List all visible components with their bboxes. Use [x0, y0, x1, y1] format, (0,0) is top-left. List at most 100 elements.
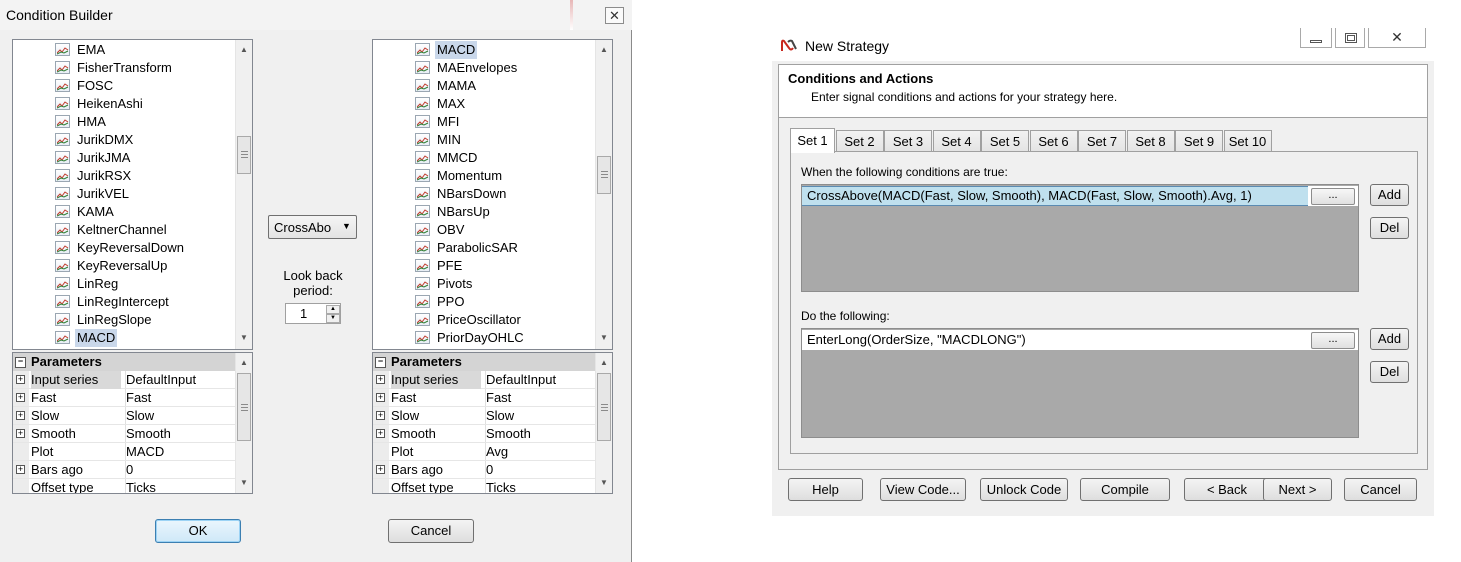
add-condition-button[interactable]: Add	[1370, 184, 1409, 206]
list-item[interactable]: NBarsUp	[415, 203, 585, 221]
scroll-up-icon[interactable]: ▲	[596, 355, 612, 371]
list-item[interactable]: KAMA	[55, 203, 225, 221]
scrollbar-thumb[interactable]	[597, 373, 611, 441]
list-item[interactable]: MACD	[415, 41, 585, 59]
close-button[interactable]: ✕	[1368, 28, 1426, 48]
expand-icon[interactable]: +	[16, 393, 25, 402]
tab-set-5[interactable]: Set 5	[981, 130, 1029, 152]
list-item[interactable]: MAMA	[415, 77, 585, 95]
expand-icon[interactable]: +	[16, 411, 25, 420]
close-button[interactable]: ✕	[605, 7, 624, 24]
list-item[interactable]: MAX	[415, 95, 585, 113]
parameter-value[interactable]: Smooth	[485, 425, 594, 442]
left-parameters-grid[interactable]: − Parameters + Input series DefaultInput + Fas…	[12, 352, 253, 494]
view-code-button[interactable]: View Code...	[880, 478, 966, 501]
parameter-value[interactable]: Fast	[485, 389, 594, 406]
list-item[interactable]: HMA	[55, 113, 225, 131]
tab-set-8[interactable]: Set 8	[1126, 130, 1175, 152]
cancel-button[interactable]: Cancel	[388, 519, 474, 543]
parameter-value[interactable]: Ticks	[125, 479, 234, 493]
parameter-row[interactable]: + Slow Slow	[13, 407, 235, 425]
parameter-value[interactable]: Fast	[125, 389, 234, 406]
add-action-button[interactable]: Add	[1370, 328, 1409, 350]
scroll-down-icon[interactable]: ▼	[236, 475, 252, 491]
parameter-value[interactable]: Slow	[485, 407, 594, 424]
list-item[interactable]: ParabolicSAR	[415, 239, 585, 257]
vertical-scrollbar[interactable]: ▲ ▼	[595, 353, 612, 493]
tab-set-2[interactable]: Set 2	[835, 130, 884, 152]
list-item[interactable]: MMCD	[415, 149, 585, 167]
minimize-button[interactable]	[1300, 28, 1332, 48]
unlock-code-button[interactable]: Unlock Code	[980, 478, 1068, 501]
scroll-down-icon[interactable]: ▼	[596, 330, 612, 346]
ellipsis-button[interactable]: ...	[1311, 332, 1355, 349]
spin-up-icon[interactable]: ▲	[326, 305, 340, 314]
compile-button[interactable]: Compile	[1080, 478, 1170, 501]
next-button[interactable]: Next >	[1263, 478, 1332, 501]
list-item[interactable]: MIN	[415, 131, 585, 149]
expand-icon[interactable]: +	[376, 375, 385, 384]
expand-icon[interactable]: +	[376, 411, 385, 420]
collapse-icon[interactable]: −	[375, 357, 386, 368]
list-item[interactable]: PriceOscillator	[415, 311, 585, 329]
expand-icon[interactable]: +	[376, 393, 385, 402]
parameter-value[interactable]: Avg	[485, 443, 594, 460]
parameter-value[interactable]: DefaultInput	[125, 371, 234, 388]
scroll-down-icon[interactable]: ▼	[596, 475, 612, 491]
spin-down-icon[interactable]: ▼	[326, 314, 340, 323]
list-item[interactable]: MFI	[415, 113, 585, 131]
tab-set-4[interactable]: Set 4	[932, 130, 981, 152]
left-indicator-list[interactable]: EMA FisherTransform FOSC HeikenAshi HMA Jurik…	[12, 39, 253, 350]
list-item[interactable]: KeyReversalUp	[55, 257, 225, 275]
tab-set-1[interactable]: Set 1	[790, 128, 835, 153]
action-row[interactable]: EnterLong(OrderSize, "MACDLONG")	[802, 330, 1308, 350]
list-item[interactable]: NBarsDown	[415, 185, 585, 203]
parameter-value[interactable]: Ticks	[485, 479, 594, 493]
back-button[interactable]: < Back	[1184, 478, 1270, 501]
conditions-grid[interactable]: CrossAbove(MACD(Fast, Slow, Smooth), MAC…	[801, 184, 1359, 292]
parameter-row[interactable]: + Smooth Smooth	[13, 425, 235, 443]
vertical-scrollbar[interactable]: ▲ ▼	[595, 40, 612, 349]
actions-grid[interactable]: EnterLong(OrderSize, "MACDLONG")...	[801, 328, 1359, 438]
parameter-row[interactable]: + Input series DefaultInput	[13, 371, 235, 389]
list-item[interactable]: JurikJMA	[55, 149, 225, 167]
parameter-value[interactable]: DefaultInput	[485, 371, 594, 388]
delete-condition-button[interactable]: Del	[1370, 217, 1409, 239]
scroll-up-icon[interactable]: ▲	[236, 355, 252, 371]
list-item[interactable]: JurikDMX	[55, 131, 225, 149]
parameter-row[interactable]: + Fast Fast	[373, 389, 595, 407]
list-item[interactable]: PFE	[415, 257, 585, 275]
parameter-value[interactable]: 0	[485, 461, 594, 478]
list-item[interactable]: MACD	[55, 329, 225, 347]
delete-action-button[interactable]: Del	[1370, 361, 1409, 383]
cancel-button[interactable]: Cancel	[1344, 478, 1417, 501]
list-item[interactable]: LinReg	[55, 275, 225, 293]
list-item[interactable]: OBV	[415, 221, 585, 239]
scroll-down-icon[interactable]: ▼	[236, 330, 252, 346]
list-item[interactable]: EMA	[55, 41, 225, 59]
list-item[interactable]: Momentum	[415, 167, 585, 185]
parameter-row[interactable]: + Smooth Smooth	[373, 425, 595, 443]
ok-button[interactable]: OK	[155, 519, 241, 543]
list-item[interactable]: Pivots	[415, 275, 585, 293]
parameter-row[interactable]: Plot Avg	[373, 443, 595, 461]
tab-set-7[interactable]: Set 7	[1078, 130, 1126, 152]
parameter-value[interactable]: MACD	[125, 443, 234, 460]
parameter-value[interactable]: Smooth	[125, 425, 234, 442]
list-item[interactable]: JurikVEL	[55, 185, 225, 203]
list-item[interactable]: FOSC	[55, 77, 225, 95]
right-parameters-grid[interactable]: − Parameters + Input series DefaultInput + Fas…	[372, 352, 613, 494]
look-back-stepper[interactable]: 1 ▲ ▼	[285, 303, 341, 324]
list-item[interactable]: LinRegSlope	[55, 311, 225, 329]
vertical-scrollbar[interactable]: ▲ ▼	[235, 353, 252, 493]
parameter-row[interactable]: + Bars ago 0	[13, 461, 235, 479]
parameter-row[interactable]: + Fast Fast	[13, 389, 235, 407]
tab-set-3[interactable]: Set 3	[884, 130, 932, 152]
parameter-row[interactable]: Offset type Ticks	[373, 479, 595, 493]
expand-icon[interactable]: +	[376, 465, 385, 474]
collapse-icon[interactable]: −	[15, 357, 26, 368]
list-item[interactable]: JurikRSX	[55, 167, 225, 185]
scrollbar-thumb[interactable]	[237, 373, 251, 441]
list-item[interactable]: KeyReversalDown	[55, 239, 225, 257]
parameter-row[interactable]: Offset type Ticks	[13, 479, 235, 493]
